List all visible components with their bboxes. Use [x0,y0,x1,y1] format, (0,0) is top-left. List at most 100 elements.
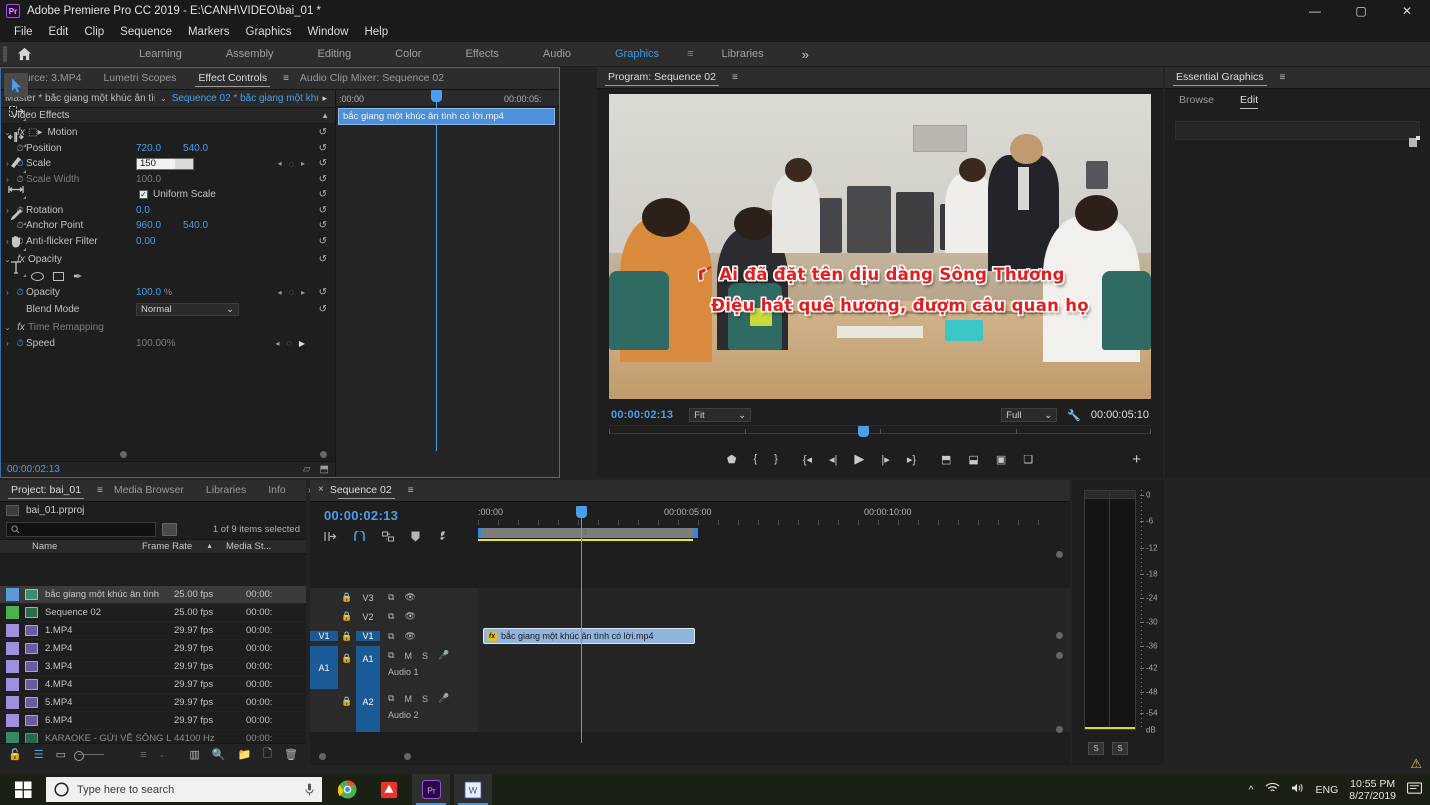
add-marker-icon[interactable] [411,531,420,545]
sync-lock-icon-a1[interactable]: ⧉ [388,650,394,661]
project-root-icon[interactable] [6,505,19,516]
work-area-handle[interactable]: ⁞⁞ [583,530,591,537]
ellipse-mask-icon[interactable] [31,271,44,281]
menu-file[interactable]: File [6,24,41,40]
track-label-a2[interactable]: A2 [356,689,380,732]
speed-value[interactable]: 100.00% [136,338,175,349]
hand-tool[interactable] [4,229,28,253]
chevron-down-icon[interactable]: ⌄ [160,94,167,103]
menu-edit[interactable]: Edit [41,24,77,40]
menu-sequence[interactable]: Sequence [112,24,180,40]
reset-anti-flicker-icon[interactable]: ↺ [319,236,327,247]
home-icon[interactable] [7,42,41,67]
timeline-ruler[interactable]: :00:00 00:00:05:00 00:00:10:00 [478,506,1058,528]
twirl-down-time-remapping-icon[interactable]: ⌄ [1,323,14,332]
track-target-a2[interactable] [310,689,338,732]
anchor-point-value-x[interactable]: 960.0 [136,220,161,231]
mute-button-a1[interactable]: M [404,651,412,661]
project-item-2[interactable]: 1.MP4 29.97 fps 00:00: [0,622,306,640]
eye-icon-v1[interactable]: 👁 [404,631,415,642]
anti-flicker-value[interactable]: 0.00 [136,236,155,247]
project-item-5[interactable]: 4.MP4 29.97 fps 00:00: [0,676,306,694]
find-icon[interactable]: 🔍 [212,748,226,761]
voice-record-icon-a2[interactable]: 🎤 [438,693,449,704]
project-item-0[interactable]: bắc giang một khúc ân tình 25.00 fps 00:… [0,586,306,604]
lock-icon-a2[interactable]: 🔒 [338,689,356,713]
project-item-4[interactable]: 3.MP4 29.97 fps 00:00: [0,658,306,676]
pen-mask-icon[interactable]: ✒ [73,270,82,283]
mute-button-a2[interactable]: M [404,694,412,704]
comparison-view-button[interactable]: ❏ [1023,453,1033,466]
mark-out-button[interactable]: } [774,453,778,465]
icon-view-icon[interactable]: ▭ [56,748,66,761]
peak-indicator-right[interactable] [1110,491,1135,499]
timeline-menu-icon[interactable]: ≡ [408,485,414,496]
tab-sequence-02[interactable]: Sequence 02 [330,479,403,501]
reset-opacity-group-icon[interactable]: ↺ [319,254,327,265]
project-item-7[interactable]: 6.MP4 29.97 fps 00:00: [0,712,306,730]
zoom-out-icon[interactable]: ▱ [303,464,311,475]
workspace-tab-assembly[interactable]: Assembly [204,44,296,64]
tab-audio-clip-mixer[interactable]: Audio Clip Mixer: Sequence 02 [289,67,455,89]
timeline-vscroll-knob-mid[interactable] [1056,632,1063,639]
menu-graphics[interactable]: Graphics [238,24,300,40]
add-keyframe-speed-icon[interactable]: ◌ [286,338,291,348]
premiere-pro-icon[interactable]: Pr [412,774,450,805]
tab-lumetri-scopes[interactable]: Lumetri Scopes [92,67,187,89]
search-input[interactable] [6,521,156,537]
voice-record-icon-a1[interactable]: 🎤 [438,650,449,661]
extract-button[interactable]: ⬓ [968,453,978,466]
menu-clip[interactable]: Clip [76,24,112,40]
sync-lock-icon-a2[interactable]: ⧉ [388,693,394,704]
new-layer-icon[interactable] [1409,136,1420,147]
program-current-timecode[interactable]: 00:00:02:13 [611,409,673,421]
step-back-button[interactable]: ◂| [829,453,837,466]
unlock-icon[interactable]: 🔓 [8,748,22,761]
wifi-icon[interactable] [1265,782,1280,797]
video-effects-header[interactable]: Video Effects ▲ [1,108,335,124]
track-label-v2[interactable]: V2 [356,612,380,622]
reset-position-icon[interactable]: ↺ [319,143,327,154]
track-target-v1[interactable]: V1 [310,631,338,641]
track-area-v1[interactable]: fx bắc giang một khúc ân tình có lời.mp4 [478,626,1070,646]
export-frame-button[interactable]: ▣ [996,453,1006,466]
tab-program-monitor[interactable]: Program: Sequence 02 [597,66,727,88]
slip-tool[interactable] [4,177,28,201]
effect-controls-timecode[interactable]: 00:00:02:13 [7,464,60,475]
sync-lock-icon-v1[interactable]: ⧉ [388,631,394,642]
menu-window[interactable]: Window [300,24,357,40]
reset-opacity-icon[interactable]: ↺ [319,287,327,298]
nest-sequence-icon[interactable] [324,531,337,545]
reset-motion-icon[interactable]: ↺ [319,127,327,138]
workspace-tab-color[interactable]: Color [373,44,443,64]
anchor-point-value-y[interactable]: 540.0 [183,220,208,231]
twirl-opacity-icon[interactable]: › [1,288,14,297]
zoom-in-icon[interactable]: ⬒ [320,464,329,475]
hscroll-knob-right[interactable] [404,753,411,760]
time-remapping-group-header[interactable]: ⌄ fx Time Remapping [1,320,335,336]
ripple-edit-tool[interactable] [4,125,28,149]
lock-icon-v2[interactable]: 🔒 [338,611,356,622]
effect-controls-hscrollbar[interactable] [9,451,327,458]
stopwatch-speed-icon[interactable]: ⏱ [14,338,26,349]
scale-keyframe-nav[interactable]: ◂ ◌ ▸ [278,159,305,169]
reset-blend-mode-icon[interactable]: ↺ [319,304,327,315]
menu-markers[interactable]: Markers [180,24,238,40]
lift-button[interactable]: ⬒ [941,453,951,466]
language-indicator[interactable]: ENG [1316,784,1339,796]
filter-bin-icon[interactable] [162,522,177,536]
prev-keyframe-speed-icon[interactable]: ◂ [275,339,279,348]
program-monitor-video[interactable]: Ai đã đặt tên dịu dàng Sông Thương Điệu … [609,94,1151,399]
new-item-icon[interactable]: 🗋 [263,745,272,764]
project-item-1[interactable]: Sequence 02 25.00 fps 00:00: [0,604,306,622]
hscroll-knob-left[interactable] [319,753,326,760]
lock-icon-v1[interactable]: 🔒 [338,631,356,642]
sequence-clip-label[interactable]: Sequence 02 * bắc giang một khúc ... [172,93,319,104]
selection-tool[interactable] [4,73,28,97]
button-editor-button[interactable]: + [1132,445,1141,473]
twirl-speed-icon[interactable]: › [1,339,14,348]
solo-button-a2[interactable]: S [422,694,428,704]
track-area-a1[interactable] [478,646,1070,689]
lock-icon-v3[interactable]: 🔒 [338,592,356,603]
close-icon[interactable]: × [310,479,330,501]
